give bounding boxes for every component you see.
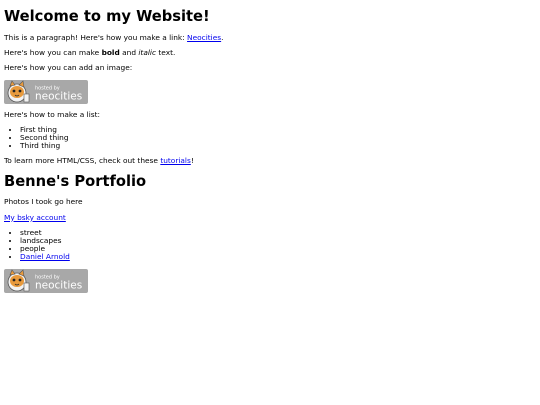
badge-big-text: neocities	[35, 279, 82, 291]
list-item: Third thing	[20, 142, 536, 150]
list-item: people	[20, 245, 536, 253]
bold-word: bold	[101, 48, 120, 58]
example-list: First thing Second thing Third thing	[4, 125, 536, 150]
bold-italic-paragraph: Here's how you can make bold and italic …	[4, 48, 536, 58]
neocities-link[interactable]: Neocities	[187, 33, 221, 42]
list-item: landscapes	[20, 236, 536, 245]
list-item: Daniel Arnold	[20, 253, 536, 261]
neocities-badge-image: hosted by neocities	[4, 268, 88, 293]
bsky-account-link[interactable]: My bsky account	[4, 213, 66, 222]
page-content: Welcome to my Website! This is a paragra…	[0, 0, 540, 293]
hosted-by-neocities-badge[interactable]: hosted by neocities	[4, 79, 88, 104]
list-item: Second thing	[20, 134, 536, 142]
photos-paragraph: Photos I took go here	[4, 197, 83, 207]
image-paragraph: Here's how you can add an image:	[4, 63, 133, 73]
bold-and: and	[119, 48, 139, 58]
intro-after: .	[221, 32, 224, 42]
tutorials-link[interactable]: tutorials	[160, 156, 191, 165]
list-item: street	[20, 228, 536, 237]
neocities-badge-image: hosted by neocities	[4, 79, 88, 104]
learn-prefix: To learn more HTML/CSS, check out these	[4, 156, 161, 166]
portfolio-title: Benne's Portfolio	[4, 172, 147, 190]
bold-suffix: text.	[156, 48, 176, 58]
learn-paragraph: To learn more HTML/CSS, check out these …	[4, 157, 536, 165]
portfolio-list: street landscapes people Daniel Arnold	[4, 228, 536, 262]
bsky-paragraph: My bsky account	[4, 213, 536, 222]
bold-prefix: Here's how you can make	[4, 48, 102, 58]
daniel-arnold-link[interactable]: Daniel Arnold	[20, 252, 70, 261]
badge-big-text: neocities	[35, 90, 82, 102]
italic-word: italic	[138, 48, 157, 58]
list-intro: Here's how to make a list:	[4, 109, 100, 119]
learn-suffix: !	[190, 156, 194, 166]
intro-paragraph: This is a paragraph! Here's how you make…	[4, 32, 536, 42]
page-title: Welcome to my Website!	[4, 8, 210, 25]
intro-text: This is a paragraph! Here's how you make…	[4, 32, 188, 42]
list-item: First thing	[20, 125, 536, 134]
hosted-by-neocities-badge-footer[interactable]: hosted by neocities	[4, 268, 88, 293]
